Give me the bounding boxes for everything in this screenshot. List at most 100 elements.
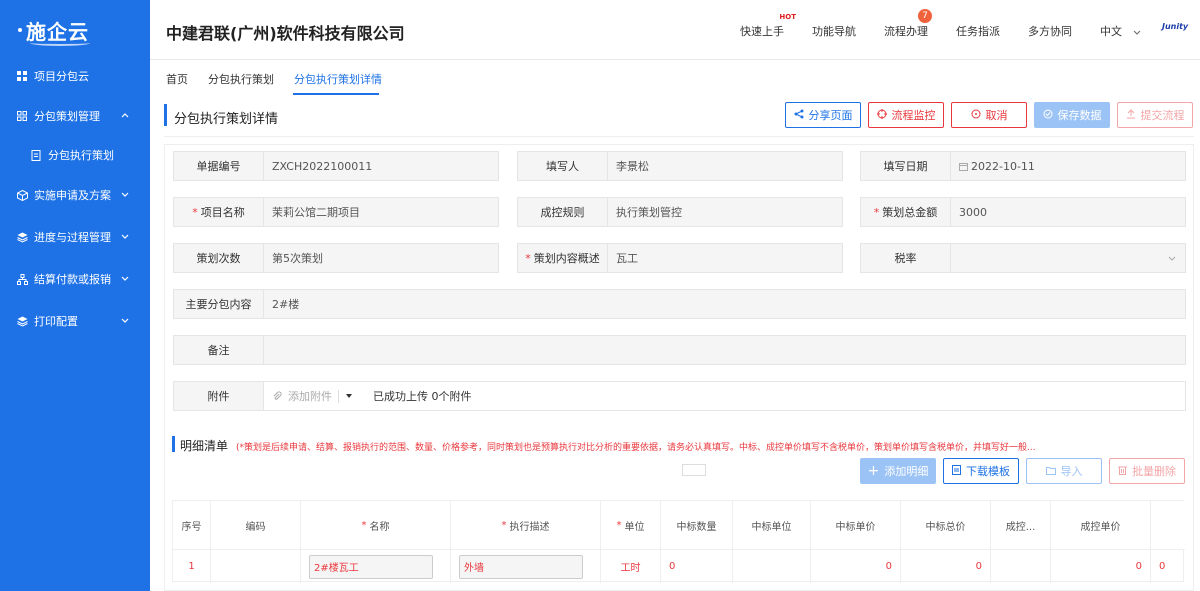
process-count-badge: 7 xyxy=(918,9,932,23)
cell-index: 1 xyxy=(173,549,211,583)
cell-unit[interactable]: 工时 xyxy=(601,549,661,583)
summary-input[interactable]: 瓦工 xyxy=(608,244,842,272)
sidebar-item-implementation[interactable]: 实施申请及方案 xyxy=(0,183,150,207)
header-text: 执行描述 xyxy=(509,521,550,533)
label-text: 项目名称 xyxy=(200,206,245,219)
nav-function-guide[interactable]: 功能导航 xyxy=(812,23,856,39)
field-attachment: 附件 添加附件 已成功上传 0个附件 xyxy=(173,381,1186,411)
attachment-area: 添加附件 已成功上传 0个附件 xyxy=(264,382,1185,410)
cell-ctrl[interactable] xyxy=(991,549,1051,583)
tax-select[interactable] xyxy=(951,244,1185,272)
download-template-button[interactable]: 下载模板 xyxy=(943,458,1019,484)
column-header-extra xyxy=(1151,501,1185,549)
field-total-amount: * 策划总金额 3000 xyxy=(860,197,1186,227)
breadcrumb-execution-planning[interactable]: 分包执行策划 xyxy=(208,71,274,87)
crosshair-icon xyxy=(876,108,887,122)
breadcrumb-current[interactable]: 分包执行策划详情 xyxy=(294,71,382,87)
scroll-handle[interactable] xyxy=(682,464,706,476)
layers-icon xyxy=(16,231,28,243)
cell-desc: 外墙 xyxy=(451,549,601,583)
batch-delete-button[interactable]: 批量删除 xyxy=(1109,458,1185,484)
org-chart-icon xyxy=(16,273,28,285)
brand-logo: Junity xyxy=(1162,22,1189,31)
field-times: 策划次数 第5次策划 xyxy=(173,243,499,273)
share-icon xyxy=(794,109,804,122)
nav-collaboration[interactable]: 多方协同 xyxy=(1028,23,1072,39)
column-header-bid-price: 中标单价 xyxy=(811,501,901,549)
header-text: 名称 xyxy=(369,521,390,533)
language-select[interactable]: 中文 xyxy=(1100,23,1142,39)
add-attachment-button[interactable]: 添加附件 xyxy=(272,388,332,404)
process-monitor-button[interactable]: 流程监控 xyxy=(868,102,944,128)
field-label: 策划次数 xyxy=(174,244,264,272)
required-mark: * xyxy=(192,205,198,219)
cell-bid-price[interactable]: 0 xyxy=(811,549,901,583)
column-header-desc: * 执行描述 xyxy=(451,501,601,549)
language-label: 中文 xyxy=(1100,25,1122,38)
required-mark: * xyxy=(873,205,880,219)
button-label: 提交流程 xyxy=(1140,109,1185,122)
sidebar-item-label: 进度与过程管理 xyxy=(34,231,111,244)
field-label: 填写人 xyxy=(518,152,608,180)
submit-process-button[interactable]: 提交流程 xyxy=(1117,102,1193,128)
cancel-button[interactable]: 取消 xyxy=(951,102,1027,128)
nav-quick-start[interactable]: 快速上手 HOT xyxy=(740,13,796,39)
document-icon xyxy=(30,149,42,161)
nav-task-assign[interactable]: 任务指派 xyxy=(956,23,1000,39)
sidebar-item-progress[interactable]: 进度与过程管理 xyxy=(0,225,150,249)
cell-extra[interactable]: 0 xyxy=(1151,549,1185,583)
button-label: 取消 xyxy=(985,109,1008,122)
cell-ctrl-price[interactable]: 0 xyxy=(1051,549,1151,583)
cell-bid-qty[interactable]: 0 xyxy=(661,549,733,583)
field-label: * 策划总金额 xyxy=(861,198,951,226)
header-text: 单位 xyxy=(624,521,645,533)
button-label: 流程监控 xyxy=(891,109,936,122)
remark-input[interactable] xyxy=(264,336,1185,364)
sidebar-item-label: 项目分包云 xyxy=(34,70,89,83)
required-mark: * xyxy=(525,251,531,265)
app-logo[interactable]: 施企云 xyxy=(0,0,150,60)
main-content-input[interactable]: 2#楼 xyxy=(264,290,1185,318)
date-picker[interactable]: 2022-10-11 xyxy=(951,152,1185,180)
folder-icon xyxy=(1045,465,1056,478)
field-cost-rule: 成控规则 执行策划管控 xyxy=(517,197,843,227)
field-label: 填写日期 xyxy=(861,152,951,180)
cost-rule-value: 执行策划管控 xyxy=(608,198,842,226)
save-data-button[interactable]: 保存数据 xyxy=(1034,102,1110,128)
field-label: 附件 xyxy=(174,382,264,410)
required-mark: * xyxy=(501,519,507,531)
import-button[interactable]: 导入 xyxy=(1026,458,1102,484)
calendar-icon xyxy=(959,162,968,171)
sidebar-item-label: 分包执行策划 xyxy=(48,149,114,162)
detail-note: (*策划是后续申请、结算、报销执行的范围、数量、价格参考，同时策划也是预算执行对… xyxy=(236,443,1036,453)
nav-process[interactable]: 流程办理 7 xyxy=(884,9,932,39)
sidebar-item-settlement[interactable]: 结算付款或报销 xyxy=(0,267,150,291)
required-mark: * xyxy=(361,519,367,531)
field-label: 备注 xyxy=(174,336,264,364)
add-detail-button[interactable]: + 添加明细 xyxy=(860,458,936,484)
attachment-dropdown[interactable] xyxy=(338,389,353,403)
times-value: 第5次策划 xyxy=(264,244,498,272)
logo-swoosh xyxy=(30,40,90,46)
field-remark: 备注 xyxy=(173,335,1186,365)
trash-icon xyxy=(1118,465,1127,478)
desc-input[interactable]: 外墙 xyxy=(459,554,583,579)
field-writer: 填写人 李景松 xyxy=(517,151,843,181)
page-title: 分包执行策划详情 xyxy=(174,112,279,127)
sidebar-item-execution-planning[interactable]: 分包执行策划 xyxy=(0,143,150,167)
breadcrumb-home[interactable]: 首页 xyxy=(166,71,188,87)
project-value[interactable]: 茉莉公馆二期项目 xyxy=(264,198,498,226)
detail-title: 明细清单 xyxy=(180,439,229,453)
cell-bid-unit[interactable] xyxy=(733,549,811,583)
field-date: 填写日期 2022-10-11 xyxy=(860,151,1186,181)
file-icon xyxy=(952,464,961,478)
share-page-button[interactable]: 分享页面 xyxy=(785,102,861,128)
sidebar-item-planning-management[interactable]: 分包策划管理 xyxy=(0,104,150,128)
sidebar-item-label: 结算付款或报销 xyxy=(34,273,111,286)
grid-icon xyxy=(16,70,28,82)
sidebar-item-project-cloud[interactable]: 项目分包云 xyxy=(0,64,150,88)
check-circle-icon xyxy=(1043,109,1053,122)
field-doc-no: 单据编号 ZXCH2022100011 xyxy=(173,151,499,181)
name-input[interactable]: 2#楼瓦工 xyxy=(309,554,433,579)
sidebar-item-print-config[interactable]: 打印配置 xyxy=(0,309,150,333)
